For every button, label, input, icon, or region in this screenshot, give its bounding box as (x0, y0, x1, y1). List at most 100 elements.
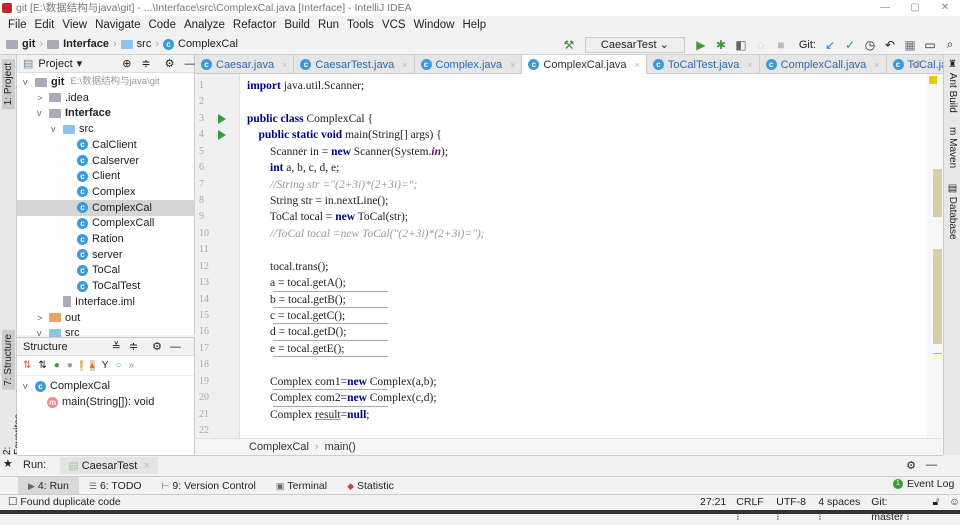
close-button[interactable]: ✕ (930, 0, 960, 16)
problems-counter[interactable]: ▪2 (912, 59, 920, 69)
profile-icon[interactable]: ◌ (751, 38, 771, 52)
code-line[interactable]: c = tocal.getC(); (247, 308, 345, 324)
menu-tools[interactable]: Tools (343, 16, 378, 34)
vcs-update-icon[interactable]: ↙ (820, 38, 840, 52)
ant-build-tool-tab[interactable]: ♜ Ant Build (947, 59, 958, 113)
tab-complex-java[interactable]: cComplex.java× (415, 55, 523, 74)
tree-item-client[interactable]: cClient (17, 168, 194, 184)
tab-tocaltest-java[interactable]: cToCalTest.java× (647, 55, 760, 74)
menu-build[interactable]: Build (280, 16, 314, 34)
tree-item-src[interactable]: vsrc (17, 121, 194, 137)
bottom-tab-terminal[interactable]: ▣ Terminal (266, 477, 337, 495)
breadcrumb-git[interactable]: git› (6, 38, 43, 50)
tree-item-tocaltest[interactable]: cToCalTest (17, 278, 194, 294)
bottom-tab-todo[interactable]: ☰ 6: TODO (79, 477, 152, 495)
run-gutter-icon[interactable] (218, 114, 226, 124)
menu-analyze[interactable]: Analyze (180, 16, 229, 34)
menu-refactor[interactable]: Refactor (229, 16, 280, 34)
tree-item-server[interactable]: cserver (17, 247, 194, 263)
tree-item-git[interactable]: vgitE:\数据结构与java\git (17, 74, 194, 90)
search-icon[interactable]: ⌕ (940, 37, 960, 52)
maximize-button[interactable]: ▢ (900, 0, 930, 16)
menu-code[interactable]: Code (144, 16, 180, 34)
tab-complexcal-java[interactable]: cComplexCal.java× (522, 55, 646, 74)
code-line[interactable]: String str = in.nextLine(); (247, 193, 388, 209)
show-fields-icon[interactable]: f (80, 360, 83, 371)
bottom-tab-versioncontrol[interactable]: ⊢ 9: Version Control (152, 477, 266, 495)
structure-item-method[interactable]: mmain(String[]): void (47, 394, 154, 410)
editor-crumb-class[interactable]: ComplexCal (249, 441, 309, 453)
gear-icon[interactable]: ⚙ (152, 340, 162, 353)
code-line[interactable]: //String str ="(2+3i)*(2+3i)="; (247, 177, 417, 193)
code-line[interactable]: int a, b, c, d, e; (247, 160, 339, 176)
code-line[interactable]: tocal.trans(); (247, 259, 328, 275)
debug-icon[interactable]: ✱ (711, 38, 731, 52)
tree-item-out[interactable]: >out (17, 310, 194, 326)
tree-item-interfaceiml[interactable]: Interface.iml (17, 294, 194, 310)
close-tab-icon[interactable]: × (635, 60, 640, 70)
code-line[interactable]: a = tocal.getA(); (247, 275, 346, 291)
code-line[interactable]: import java.util.Scanner; (247, 78, 364, 94)
code-line[interactable]: e = tocal.getE(); (247, 341, 345, 357)
menu-run[interactable]: Run (314, 16, 343, 34)
menu-vcs[interactable]: VCS (378, 16, 410, 34)
sort-by-visibility-icon[interactable]: ⇅ (23, 360, 31, 371)
code-line[interactable]: b = tocal.getB(); (247, 292, 346, 308)
chevron-right-icon[interactable]: > (37, 90, 49, 106)
code-line[interactable]: Complex com1=new Complex(a,b); (247, 374, 437, 390)
menu-help[interactable]: Help (458, 16, 490, 34)
maven-tool-tab[interactable]: m Maven (947, 127, 958, 168)
menu-view[interactable]: View (58, 16, 91, 34)
tree-item-interface[interactable]: vInterface (17, 105, 194, 121)
breadcrumb-complexcal[interactable]: cComplexCal (163, 38, 238, 50)
code-line[interactable]: Complex com2=new Complex(c,d); (247, 390, 437, 406)
bottom-tab-run[interactable]: ▶ 4: Run (18, 477, 79, 495)
code-line[interactable]: Scanner in = new Scanner(System.in); (247, 144, 448, 160)
code-line[interactable]: Complex result=null; (247, 407, 370, 423)
tree-item-idea[interactable]: >.idea (17, 90, 194, 106)
breadcrumb-src[interactable]: src› (121, 38, 159, 50)
project-structure-icon[interactable]: ▦ (900, 38, 920, 52)
show-non-public-icon[interactable]: ▴ (90, 360, 95, 371)
code-line[interactable]: d = tocal.getD(); (247, 324, 346, 340)
code-editor[interactable]: 12345678910111213141516171819202122 impo… (195, 74, 943, 438)
more-icon[interactable]: » (128, 360, 134, 371)
status-message-icon[interactable]: ☐ (8, 496, 17, 508)
menu-edit[interactable]: Edit (31, 16, 59, 34)
history-icon[interactable]: ◷ (860, 38, 880, 52)
expand-all-icon[interactable]: ≚ (112, 340, 121, 353)
event-log-button[interactable]: 1Event Log (893, 478, 954, 490)
tree-item-calclient[interactable]: cCalClient (17, 137, 194, 153)
database-tool-tab[interactable]: ▤ Database (947, 183, 958, 240)
bottom-tab-statistic[interactable]: ◆ Statistic (337, 477, 404, 495)
warning-indicator[interactable] (929, 76, 937, 84)
chevron-down-icon[interactable]: v (23, 74, 35, 90)
status-message[interactable]: Found duplicate code (20, 496, 120, 508)
collapse-all-icon[interactable]: ≑ (129, 340, 138, 353)
chevron-down-icon[interactable]: v (37, 105, 49, 121)
locate-icon[interactable]: ⊕ (122, 57, 131, 70)
vcs-commit-icon[interactable]: ✓ (840, 38, 860, 52)
breadcrumb-interface[interactable]: Interface› (47, 38, 117, 50)
hide-icon[interactable]: — (185, 58, 196, 70)
tree-item-complex[interactable]: cComplex (17, 184, 194, 200)
coverage-icon[interactable]: ◧ (731, 38, 751, 52)
structure-item-class[interactable]: vcComplexCal (23, 378, 110, 394)
minimize-button[interactable]: — (870, 0, 900, 16)
tab-caesartest-java[interactable]: cCaesarTest.java× (294, 55, 414, 74)
run-icon[interactable]: ▶ (691, 38, 711, 52)
menu-file[interactable]: File (4, 16, 31, 34)
show-anonymous-icon[interactable]: Y (102, 360, 109, 371)
show-properties-icon[interactable]: ● (67, 360, 73, 371)
hide-icon[interactable]: — (170, 341, 181, 353)
code-line[interactable]: //ToCal tocal =new ToCal("(2+3i)*(2+3i)=… (247, 226, 485, 242)
build-hammer-icon[interactable]: ⚒ (559, 38, 579, 52)
tree-item-ration[interactable]: cRation (17, 231, 194, 247)
tree-item-calserver[interactable]: cCalserver (17, 153, 194, 169)
tab-caesar-java[interactable]: cCaesar.java× (195, 55, 294, 74)
close-tab-icon[interactable]: × (510, 60, 515, 70)
run-configuration-select[interactable]: CaesarTest ⌄ (585, 37, 685, 53)
tab-complexcall-java[interactable]: cComplexCall.java× (760, 55, 887, 74)
rollback-icon[interactable]: ↶ (880, 38, 900, 52)
gear-icon[interactable]: ⚙ (165, 57, 175, 70)
